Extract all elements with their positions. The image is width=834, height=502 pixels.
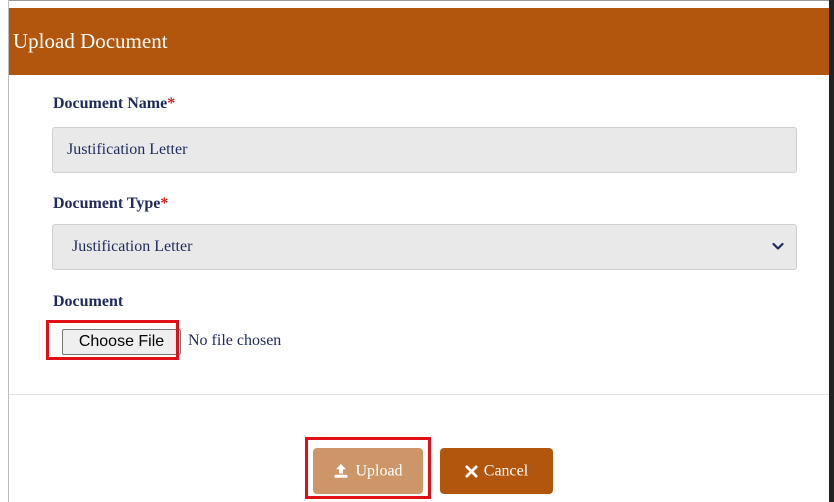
upload-highlight [305, 437, 431, 499]
upload-document-dialog: Upload Document Document Name* Justifica… [9, 8, 829, 502]
dialog-title: Upload Document [13, 29, 168, 53]
footer-divider [9, 394, 829, 395]
dialog-header: Upload Document [9, 8, 829, 75]
right-edge [829, 0, 834, 502]
required-mark: * [167, 95, 176, 112]
close-icon [465, 465, 478, 478]
document-type-label: Document Type* [53, 195, 169, 212]
left-edge [0, 0, 9, 502]
choose-file-highlight [46, 320, 179, 360]
required-mark: * [160, 195, 169, 212]
cancel-button[interactable]: Cancel [440, 448, 553, 494]
document-name-label: Document Name* [53, 95, 176, 112]
document-name-input[interactable]: Justification Letter [52, 127, 797, 173]
file-status-text: No file chosen [188, 332, 282, 349]
chevron-down-icon [772, 242, 784, 250]
document-type-select[interactable]: Justification Letter [52, 224, 797, 270]
document-label: Document [53, 293, 124, 310]
